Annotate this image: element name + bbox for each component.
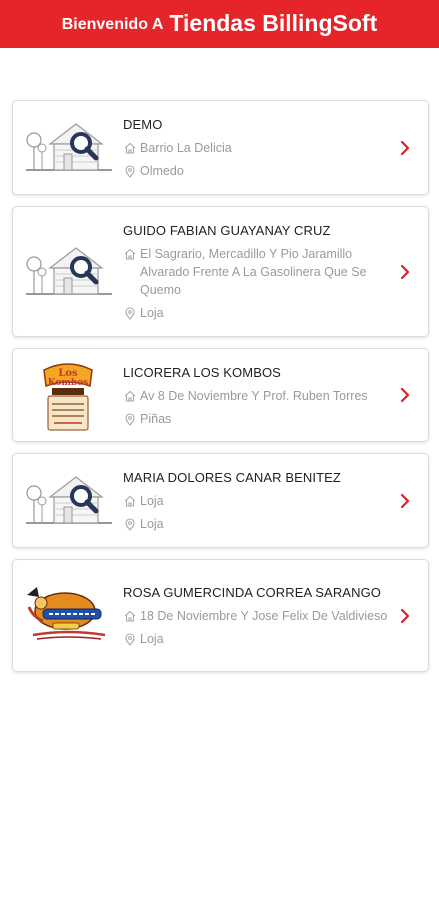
store-address-row: 18 De Noviembre Y Jose Felix De Valdivie… xyxy=(123,607,394,625)
store-name: DEMO xyxy=(123,117,163,132)
location-pin-icon xyxy=(125,518,135,531)
store-city: Loja xyxy=(140,306,164,320)
home-icon xyxy=(124,610,136,622)
store-city-row: Piñas xyxy=(123,410,394,428)
home-icon xyxy=(124,495,136,507)
header-brand: Tiendas BillingSoft xyxy=(169,9,378,36)
store-card[interactable]: ROSA GUMERCINDA CORREA SARANGO 18 De Nov… xyxy=(12,559,429,672)
home-icon xyxy=(124,248,136,260)
store-address-row: El Sagrario, Mercadillo Y Pio Jaramillo … xyxy=(123,245,394,299)
store-thumbnail: Los Kombos xyxy=(13,356,123,434)
chevron-right-icon[interactable] xyxy=(400,608,410,624)
home-icon xyxy=(124,390,136,402)
chevron-right-icon[interactable] xyxy=(400,493,410,509)
placeholder-house-icon xyxy=(26,122,112,171)
store-address: 18 De Noviembre Y Jose Felix De Valdivie… xyxy=(140,609,388,623)
store-address: Av 8 De Noviembre Y Prof. Ruben Torres xyxy=(140,388,368,403)
store-thumbnail xyxy=(13,242,123,302)
home-icon xyxy=(124,142,136,154)
store-name: GUIDO FABIAN GUAYANAY CRUZ xyxy=(123,223,331,238)
store-city: Loja xyxy=(140,517,164,531)
los-kombos-logo: Los Kombos xyxy=(43,363,93,431)
store-thumbnail xyxy=(13,581,123,651)
store-address: El Sagrario, Mercadillo Y Pio Jaramillo … xyxy=(140,247,367,297)
store-address-row: Av 8 De Noviembre Y Prof. Ruben Torres xyxy=(123,387,394,405)
location-pin-icon xyxy=(125,165,135,178)
placeholder-house-icon xyxy=(26,246,112,295)
placeholder-house-icon xyxy=(26,475,112,524)
store-list: DEMO Barrio La Delicia Olmedo GUIDO FABI… xyxy=(12,100,429,683)
chevron-right-icon[interactable] xyxy=(400,140,410,156)
store-address-row: Barrio La Delicia xyxy=(123,139,394,157)
store-cartoon-logo xyxy=(27,586,106,640)
store-city-row: Loja xyxy=(123,304,394,322)
store-info: MARIA DOLORES CANAR BENITEZ Loja Loja xyxy=(123,458,428,543)
store-address: Loja xyxy=(140,494,164,508)
store-card[interactable]: GUIDO FABIAN GUAYANAY CRUZ El Sagrario, … xyxy=(12,206,429,337)
store-info: ROSA GUMERCINDA CORREA SARANGO 18 De Nov… xyxy=(123,573,428,658)
chevron-right-icon[interactable] xyxy=(400,264,410,280)
store-city: Piñas xyxy=(140,411,172,426)
store-thumbnail xyxy=(13,118,123,178)
app-screen: Bienvenido A Tiendas BillingSoft DEMO Ba… xyxy=(0,0,439,900)
store-name: LICORERA LOS KOMBOS xyxy=(123,364,281,380)
store-thumbnail xyxy=(13,471,123,531)
app-header: Bienvenido A Tiendas BillingSoft xyxy=(0,0,439,48)
svg-text:Kombos: Kombos xyxy=(48,378,89,388)
store-address: Barrio La Delicia xyxy=(140,141,232,155)
store-name: ROSA GUMERCINDA CORREA SARANGO xyxy=(123,585,381,600)
location-pin-icon xyxy=(125,633,135,646)
header-welcome: Bienvenido A xyxy=(61,16,164,33)
store-name: MARIA DOLORES CANAR BENITEZ xyxy=(123,470,341,485)
store-info: DEMO Barrio La Delicia Olmedo xyxy=(123,105,428,190)
store-card[interactable]: MARIA DOLORES CANAR BENITEZ Loja Loja xyxy=(12,453,429,548)
store-card[interactable]: Los Kombos LICORERA LOS KOMBOS Av 8 De N… xyxy=(12,348,429,442)
location-pin-icon xyxy=(125,307,135,320)
store-city: Olmedo xyxy=(140,164,184,178)
location-pin-icon xyxy=(125,412,135,426)
chevron-right-icon[interactable] xyxy=(400,387,410,403)
store-city-row: Loja xyxy=(123,515,394,533)
store-city-row: Loja xyxy=(123,630,394,648)
store-address-row: Loja xyxy=(123,492,394,510)
store-card[interactable]: DEMO Barrio La Delicia Olmedo xyxy=(12,100,429,195)
store-info: LICORERA LOS KOMBOS Av 8 De Noviembre Y … xyxy=(123,353,428,438)
store-info: GUIDO FABIAN GUAYANAY CRUZ El Sagrario, … xyxy=(123,211,428,332)
store-city-row: Olmedo xyxy=(123,162,394,180)
store-city: Loja xyxy=(140,632,164,646)
